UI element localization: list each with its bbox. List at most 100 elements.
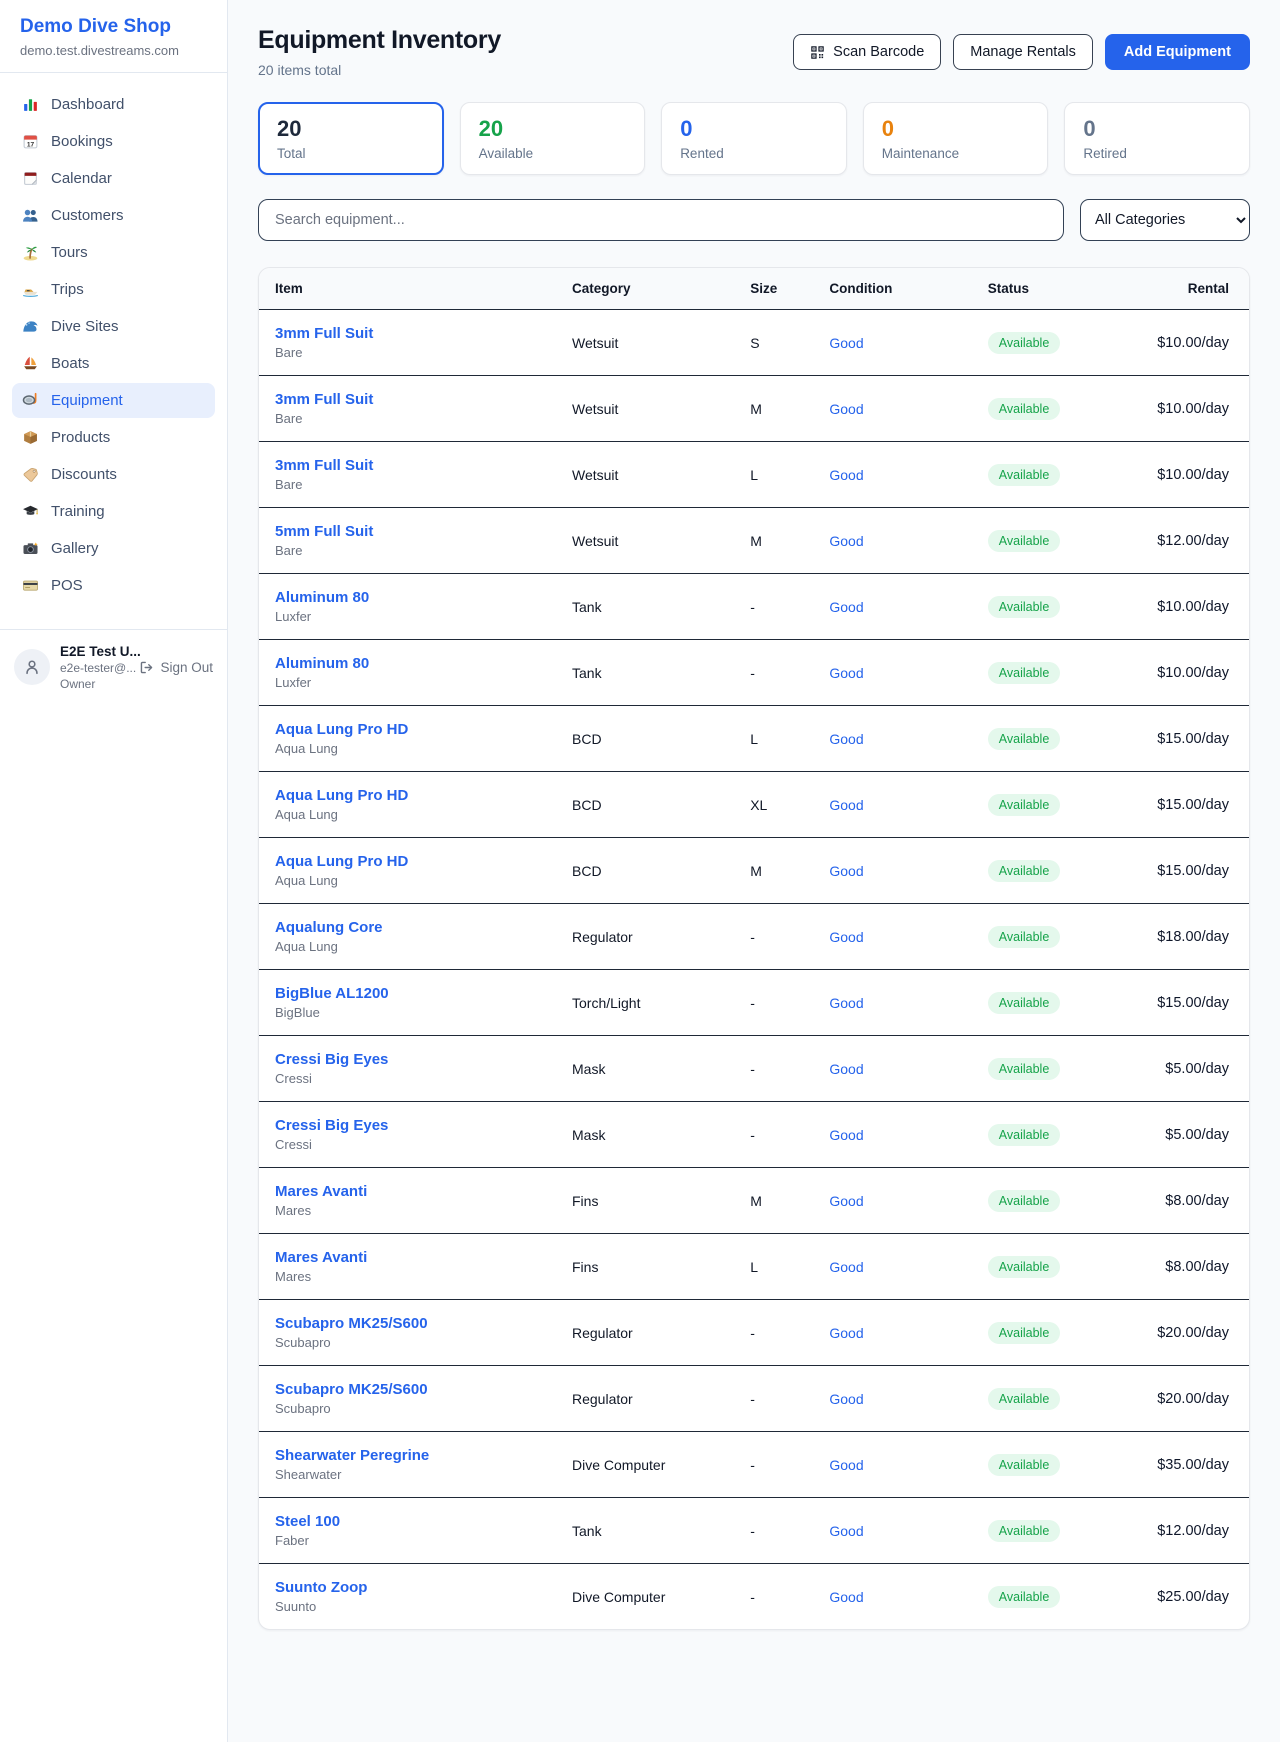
- condition-link[interactable]: Good: [829, 995, 863, 1011]
- item-name-link[interactable]: Scubapro MK25/S600: [275, 1315, 540, 1332]
- rental-rate: $25.00/day: [1110, 1564, 1249, 1630]
- stat-card-available[interactable]: 20 Available: [460, 102, 646, 175]
- item-category: BCD: [556, 772, 734, 838]
- sidebar-item-label: Dashboard: [51, 96, 124, 113]
- table-header: Item Category Size Condition Status Rent…: [259, 268, 1249, 310]
- item-name-link[interactable]: Aluminum 80: [275, 589, 540, 606]
- status-badge: Available: [988, 662, 1061, 684]
- sign-out-button[interactable]: Sign Out: [139, 660, 213, 675]
- shop-name: Demo Dive Shop: [20, 16, 207, 39]
- items-total: 20 items total: [258, 62, 501, 78]
- item-name-link[interactable]: Shearwater Peregrine: [275, 1447, 540, 1464]
- item-name-link[interactable]: BigBlue AL1200: [275, 985, 540, 1002]
- condition-link[interactable]: Good: [829, 335, 863, 351]
- condition-link[interactable]: Good: [829, 665, 863, 681]
- condition-link[interactable]: Good: [829, 1589, 863, 1605]
- condition-link[interactable]: Good: [829, 1193, 863, 1209]
- item-category: Mask: [556, 1036, 734, 1102]
- scan-barcode-button[interactable]: Scan Barcode: [793, 34, 941, 70]
- item-name-link[interactable]: Aluminum 80: [275, 655, 540, 672]
- condition-link[interactable]: Good: [829, 599, 863, 615]
- sidebar-item-pos[interactable]: POS: [12, 568, 215, 603]
- sidebar-item-training[interactable]: Training: [12, 494, 215, 529]
- item-brand: Luxfer: [275, 675, 540, 690]
- condition-link[interactable]: Good: [829, 1127, 863, 1143]
- item-category: Wetsuit: [556, 442, 734, 508]
- camera-icon: [22, 540, 39, 557]
- item-name-link[interactable]: Steel 100: [275, 1513, 540, 1530]
- item-name-link[interactable]: Aqua Lung Pro HD: [275, 787, 540, 804]
- status-badge: Available: [988, 464, 1061, 486]
- rental-rate: $5.00/day: [1110, 1102, 1249, 1168]
- item-category: Regulator: [556, 904, 734, 970]
- item-name-link[interactable]: Aqua Lung Pro HD: [275, 721, 540, 738]
- manage-rentals-label: Manage Rentals: [970, 44, 1076, 60]
- item-brand: Aqua Lung: [275, 939, 540, 954]
- item-name-link[interactable]: Cressi Big Eyes: [275, 1051, 540, 1068]
- category-select[interactable]: All Categories: [1080, 199, 1250, 241]
- sidebar-item-boats[interactable]: Boats: [12, 346, 215, 381]
- manage-rentals-button[interactable]: Manage Rentals: [953, 34, 1093, 70]
- condition-link[interactable]: Good: [829, 731, 863, 747]
- sidebar-item-equipment[interactable]: Equipment: [12, 383, 215, 418]
- page-title: Equipment Inventory: [258, 26, 501, 55]
- rental-rate: $5.00/day: [1110, 1036, 1249, 1102]
- sidebar-item-trips[interactable]: Trips: [12, 272, 215, 307]
- stat-card-total[interactable]: 20 Total: [258, 102, 444, 175]
- rental-rate: $10.00/day: [1110, 310, 1249, 376]
- sidebar-item-calendar[interactable]: Calendar: [12, 161, 215, 196]
- table-row: Suunto Zoop Suunto Dive Computer - Good …: [259, 1564, 1249, 1630]
- item-size: M: [734, 376, 813, 442]
- add-equipment-button[interactable]: Add Equipment: [1105, 34, 1250, 70]
- item-name-link[interactable]: Aqualung Core: [275, 919, 540, 936]
- user-role: Owner: [60, 677, 129, 691]
- sidebar-item-dive-sites[interactable]: Dive Sites: [12, 309, 215, 344]
- item-size: XL: [734, 772, 813, 838]
- item-category: Regulator: [556, 1366, 734, 1432]
- stat-card-rented[interactable]: 0 Rented: [661, 102, 847, 175]
- item-size: -: [734, 574, 813, 640]
- condition-link[interactable]: Good: [829, 1325, 863, 1341]
- item-name-link[interactable]: 3mm Full Suit: [275, 391, 540, 408]
- rental-rate: $15.00/day: [1110, 772, 1249, 838]
- item-name-link[interactable]: 3mm Full Suit: [275, 325, 540, 342]
- condition-link[interactable]: Good: [829, 467, 863, 483]
- condition-link[interactable]: Good: [829, 1391, 863, 1407]
- header-actions: Scan Barcode Manage Rentals Add Equipmen…: [793, 26, 1250, 70]
- condition-link[interactable]: Good: [829, 1457, 863, 1473]
- condition-link[interactable]: Good: [829, 1523, 863, 1539]
- item-name-link[interactable]: Scubapro MK25/S600: [275, 1381, 540, 1398]
- sidebar-item-products[interactable]: Products: [12, 420, 215, 455]
- stat-card-retired[interactable]: 0 Retired: [1064, 102, 1250, 175]
- sidebar-item-label: Gallery: [51, 540, 99, 557]
- stat-value: 0: [1083, 116, 1231, 142]
- item-brand: Aqua Lung: [275, 741, 540, 756]
- condition-link[interactable]: Good: [829, 863, 863, 879]
- sidebar-item-discounts[interactable]: Discounts: [12, 457, 215, 492]
- stat-card-maintenance[interactable]: 0 Maintenance: [863, 102, 1049, 175]
- condition-link[interactable]: Good: [829, 533, 863, 549]
- condition-link[interactable]: Good: [829, 1061, 863, 1077]
- sidebar-item-bookings[interactable]: Bookings: [12, 124, 215, 159]
- item-name-link[interactable]: 5mm Full Suit: [275, 523, 540, 540]
- sidebar-item-dashboard[interactable]: Dashboard: [12, 87, 215, 122]
- add-equipment-label: Add Equipment: [1124, 44, 1231, 60]
- item-name-link[interactable]: Mares Avanti: [275, 1183, 540, 1200]
- condition-link[interactable]: Good: [829, 929, 863, 945]
- equipment-table-card: Item Category Size Condition Status Rent…: [258, 267, 1250, 1630]
- wave-icon: [22, 318, 39, 335]
- item-brand: Aqua Lung: [275, 807, 540, 822]
- sidebar-item-gallery[interactable]: Gallery: [12, 531, 215, 566]
- item-name-link[interactable]: Suunto Zoop: [275, 1579, 540, 1596]
- sidebar-item-tours[interactable]: Tours: [12, 235, 215, 270]
- item-name-link[interactable]: Cressi Big Eyes: [275, 1117, 540, 1134]
- item-name-link[interactable]: 3mm Full Suit: [275, 457, 540, 474]
- item-name-link[interactable]: Mares Avanti: [275, 1249, 540, 1266]
- condition-link[interactable]: Good: [829, 1259, 863, 1275]
- sidebar-item-customers[interactable]: Customers: [12, 198, 215, 233]
- condition-link[interactable]: Good: [829, 797, 863, 813]
- item-name-link[interactable]: Aqua Lung Pro HD: [275, 853, 540, 870]
- search-input[interactable]: [258, 199, 1064, 241]
- condition-link[interactable]: Good: [829, 401, 863, 417]
- item-size: -: [734, 1564, 813, 1630]
